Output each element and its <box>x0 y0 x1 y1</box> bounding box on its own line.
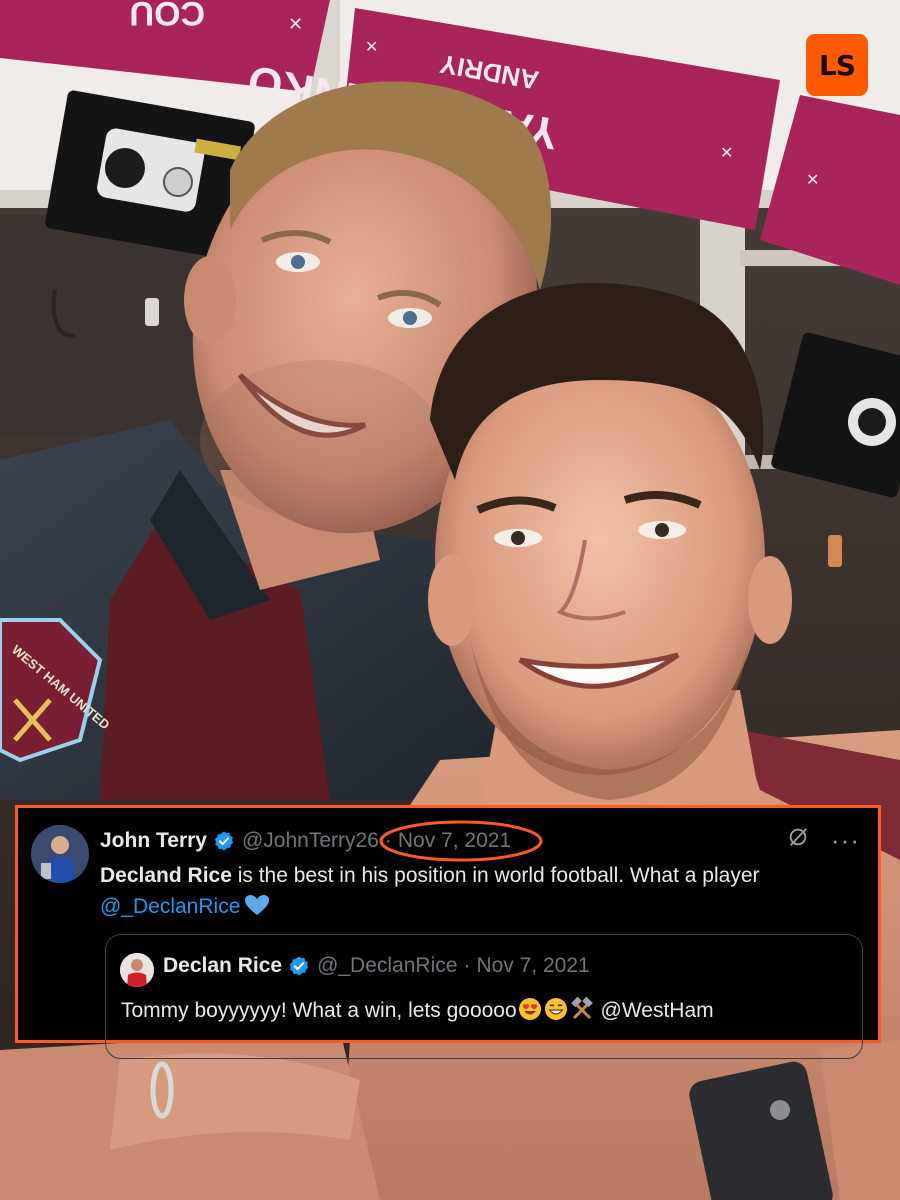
ls-brand-logo: LS <box>806 34 868 96</box>
tweet-card[interactable]: John Terry @JohnTerry26 · Nov 7, 2021 ··… <box>15 805 881 1059</box>
quoted-separator: · <box>463 954 471 977</box>
quoted-author-name[interactable]: Declan Rice <box>163 954 282 978</box>
tweet-header: John Terry @JohnTerry26 · Nov 7, 2021 <box>100 820 543 862</box>
quoted-date[interactable]: Nov 7, 2021 <box>476 954 589 978</box>
quoted-text: Tommy boyyyyyy! What a win, lets gooooo … <box>121 995 714 1030</box>
john-terry-avatar[interactable] <box>31 825 89 883</box>
more-icon[interactable]: ··· <box>831 827 860 853</box>
tweet-text-body: is the best in his position in world foo… <box>231 864 760 887</box>
author-name[interactable]: John Terry <box>100 829 207 853</box>
svg-text:✕: ✕ <box>806 170 819 189</box>
hammers-emoji <box>570 996 594 1030</box>
verified-badge-icon <box>213 830 235 852</box>
tweet-mention-link[interactable]: @_DeclanRice <box>100 895 240 918</box>
quoted-verified-badge-icon <box>288 955 310 977</box>
tweet-date-wrapper: Nov 7, 2021 <box>379 820 543 862</box>
screenshot-canvas: COU ✕ ANDRIY YARMOLENKO ✕ ✕ ✕ <box>0 0 900 1200</box>
tweet-bold-text: Decland Rice <box>100 864 232 887</box>
declan-rice-avatar[interactable] <box>120 953 154 987</box>
svg-text:✕: ✕ <box>720 143 733 162</box>
svg-text:COU: COU <box>129 0 205 32</box>
tweet-actions: ··· <box>787 826 860 853</box>
grin-emoji <box>544 997 568 1030</box>
share-icon[interactable] <box>787 826 809 853</box>
quoted-tweet[interactable]: Declan Rice @_DeclanRice · Nov 7, 2021 T… <box>105 934 863 1059</box>
svg-text:✕: ✕ <box>288 14 303 35</box>
tweet-text: Decland Rice is the best in his position… <box>100 860 860 925</box>
author-handle[interactable]: @JohnTerry26 <box>242 829 379 853</box>
svg-text:✕: ✕ <box>365 37 378 56</box>
quoted-author-handle[interactable]: @_DeclanRice <box>317 954 457 978</box>
quoted-mention-westham[interactable]: @WestHam <box>601 999 714 1022</box>
heart-eyes-emoji <box>518 997 542 1030</box>
quoted-header: Declan Rice @_DeclanRice · Nov 7, 2021 <box>163 954 590 978</box>
blue-heart-icon <box>244 894 270 925</box>
quoted-text-body: Tommy boyyyyyy! What a win, lets gooooo <box>121 999 517 1022</box>
date-highlight-circle <box>379 820 543 862</box>
